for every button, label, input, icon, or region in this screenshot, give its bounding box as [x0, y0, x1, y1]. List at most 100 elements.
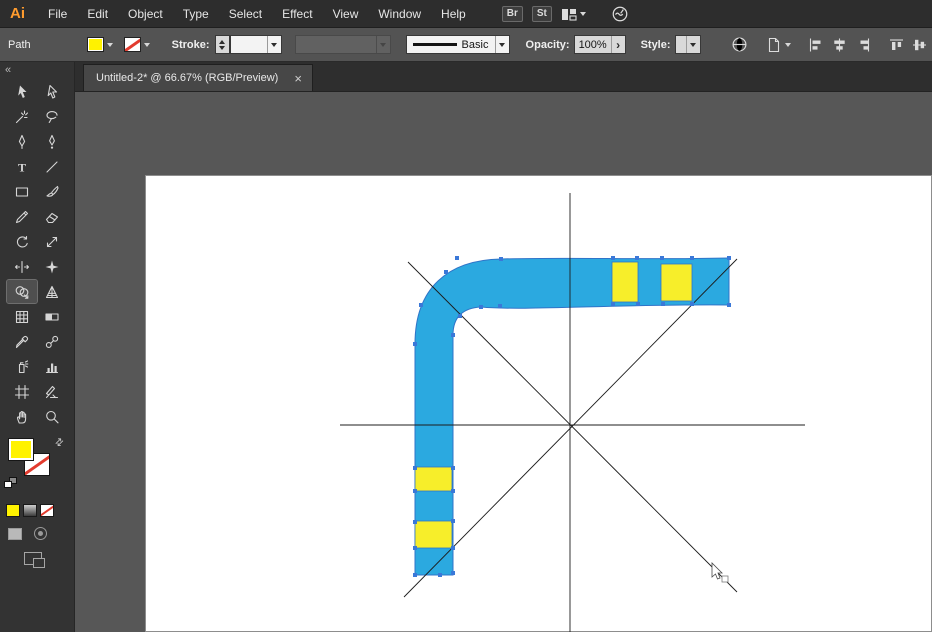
document-setup-button[interactable] — [766, 37, 791, 53]
anchor-point[interactable] — [413, 342, 417, 346]
menu-type[interactable]: Type — [173, 7, 219, 21]
shape-builder-tool[interactable] — [7, 280, 37, 303]
stock-button[interactable]: St — [532, 6, 552, 22]
opacity-field[interactable]: 100% › — [574, 35, 626, 54]
workspace-switcher[interactable] — [561, 6, 586, 22]
app-logo[interactable]: Ai — [0, 5, 38, 22]
swap-fill-stroke-icon[interactable]: ⇄ — [53, 436, 66, 449]
band-rect[interactable] — [415, 467, 452, 491]
band-rect[interactable] — [612, 262, 638, 302]
brush-definition-select[interactable]: Basic — [406, 35, 510, 54]
column-graph-tool[interactable] — [37, 355, 67, 378]
canvas-area[interactable] — [75, 92, 932, 632]
fill-dropdown-icon[interactable] — [107, 43, 113, 47]
none-button[interactable] — [40, 504, 54, 517]
hand-tool[interactable] — [7, 405, 37, 428]
anchor-point[interactable] — [413, 466, 417, 470]
anchor-point[interactable] — [419, 303, 423, 307]
slice-tool[interactable] — [37, 380, 67, 403]
fill-swatch[interactable] — [8, 438, 34, 461]
stroke-weight-select[interactable] — [230, 35, 282, 54]
anchor-point[interactable] — [727, 303, 731, 307]
align-right-button[interactable] — [855, 37, 872, 53]
anchor-point[interactable] — [444, 270, 448, 274]
anchor-point[interactable] — [611, 256, 615, 260]
gradient-tool[interactable] — [37, 305, 67, 328]
anchor-point[interactable] — [660, 256, 664, 260]
align-vcenter-button[interactable] — [911, 37, 928, 53]
band-rect[interactable] — [415, 521, 452, 548]
anchor-point[interactable] — [611, 302, 615, 306]
rotate-tool[interactable] — [7, 230, 37, 253]
bridge-button[interactable]: Br — [502, 6, 523, 22]
selection-tool[interactable] — [7, 80, 37, 103]
mesh-tool[interactable] — [7, 305, 37, 328]
sync-settings-icon[interactable] — [611, 5, 629, 23]
anchor-point[interactable] — [690, 302, 694, 306]
zoom-tool[interactable] — [37, 405, 67, 428]
type-tool[interactable]: T — [7, 155, 37, 178]
opacity-slider-icon[interactable]: › — [611, 36, 625, 53]
stroke-weight-stepper[interactable] — [215, 35, 230, 54]
anchor-point[interactable] — [635, 256, 639, 260]
free-transform-tool[interactable] — [37, 255, 67, 278]
anchor-point[interactable] — [499, 257, 503, 261]
artboard-tool[interactable] — [7, 380, 37, 403]
anchor-point[interactable] — [636, 302, 640, 306]
line-segment-tool[interactable] — [37, 155, 67, 178]
draw-behind-button[interactable] — [34, 527, 47, 540]
draw-normal-button[interactable] — [8, 528, 22, 540]
stroke-dropdown-icon[interactable] — [144, 43, 150, 47]
curvature-tool[interactable] — [37, 130, 67, 153]
screen-mode-button[interactable] — [24, 552, 42, 565]
eraser-tool[interactable] — [37, 205, 67, 228]
collapse-panel-button[interactable]: « — [0, 62, 74, 78]
anchor-point[interactable] — [413, 546, 417, 550]
lasso-tool[interactable] — [37, 105, 67, 128]
anchor-point[interactable] — [451, 571, 455, 575]
anchor-point[interactable] — [451, 489, 455, 493]
paintbrush-tool[interactable] — [37, 180, 67, 203]
perspective-grid-tool[interactable] — [37, 280, 67, 303]
fill-color-swatch[interactable] — [87, 37, 104, 52]
anchor-point[interactable] — [455, 256, 459, 260]
pencil-tool[interactable] — [7, 205, 37, 228]
pen-tool[interactable] — [7, 130, 37, 153]
default-fill-stroke-icon[interactable] — [4, 477, 19, 490]
anchor-point[interactable] — [690, 256, 694, 260]
scale-tool[interactable] — [37, 230, 67, 253]
blend-tool[interactable] — [37, 330, 67, 353]
magic-wand-tool[interactable] — [7, 105, 37, 128]
anchor-point[interactable] — [413, 489, 417, 493]
menu-select[interactable]: Select — [219, 7, 272, 21]
width-tool[interactable] — [7, 255, 37, 278]
anchor-point[interactable] — [413, 520, 417, 524]
rectangle-tool[interactable] — [7, 180, 37, 203]
document-tab[interactable]: Untitled-2* @ 66.67% (RGB/Preview) × — [83, 64, 313, 91]
anchor-point[interactable] — [438, 573, 442, 577]
align-center-button[interactable] — [831, 37, 848, 53]
anchor-point[interactable] — [451, 519, 455, 523]
anchor-point[interactable] — [451, 546, 455, 550]
anchor-point[interactable] — [661, 302, 665, 306]
anchor-point[interactable] — [727, 256, 731, 260]
pipe-shape[interactable] — [415, 258, 729, 575]
align-left-button[interactable] — [807, 37, 824, 53]
menu-window[interactable]: Window — [368, 7, 431, 21]
band-rect[interactable] — [661, 264, 692, 301]
stroke-color-swatch[interactable] — [124, 37, 141, 52]
anchor-point[interactable] — [451, 333, 455, 337]
anchor-point[interactable] — [479, 305, 483, 309]
menu-help[interactable]: Help — [431, 7, 476, 21]
anchor-point[interactable] — [458, 314, 462, 318]
menu-file[interactable]: File — [38, 7, 77, 21]
menu-effect[interactable]: Effect — [272, 7, 322, 21]
gradient-button[interactable] — [23, 504, 37, 517]
menu-view[interactable]: View — [323, 7, 369, 21]
menu-edit[interactable]: Edit — [77, 7, 118, 21]
menu-object[interactable]: Object — [118, 7, 173, 21]
close-tab-icon[interactable]: × — [294, 72, 302, 85]
direct-selection-tool[interactable] — [37, 80, 67, 103]
eyedropper-tool[interactable] — [7, 330, 37, 353]
style-select[interactable] — [675, 35, 701, 54]
